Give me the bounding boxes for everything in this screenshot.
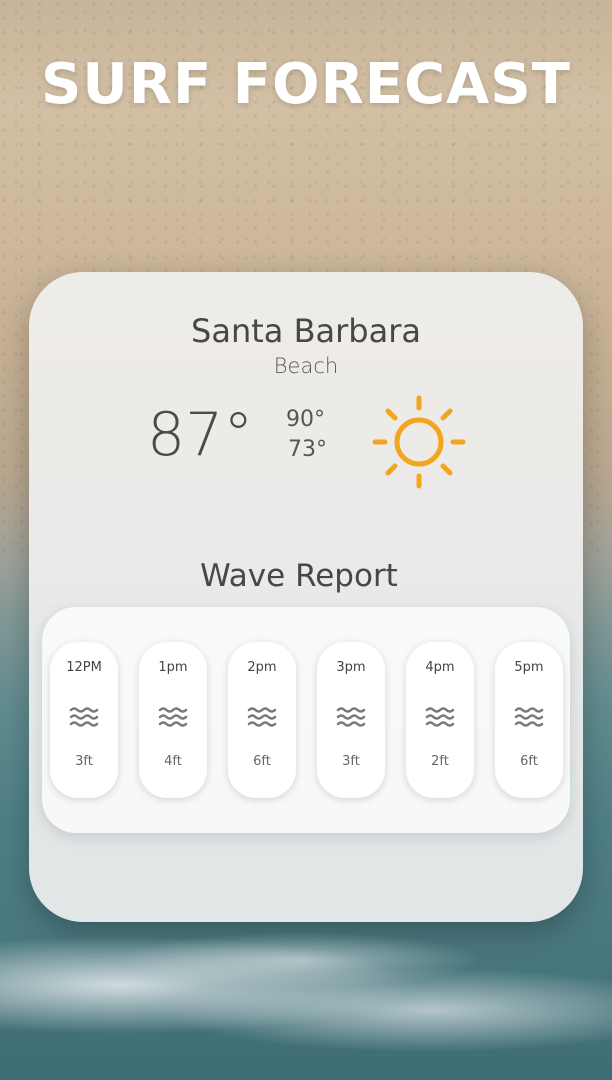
wave-icon bbox=[425, 707, 455, 727]
wave-report-title: Wave Report bbox=[200, 558, 398, 594]
forecast-card: Santa Barbara Beach 87° 90° 73° Wave Rep… bbox=[29, 272, 583, 922]
place-name: Beach bbox=[273, 354, 339, 378]
wave-icon bbox=[514, 707, 544, 727]
slot-time: 1pm bbox=[158, 660, 188, 675]
high-temperature: 90° bbox=[286, 407, 325, 432]
sun-icon bbox=[372, 395, 466, 489]
wave-slot-3pm[interactable]: 3pm 3ft bbox=[317, 642, 385, 798]
slot-wave-height: 2ft bbox=[431, 754, 449, 769]
wave-icon bbox=[69, 707, 99, 727]
slot-time: 4pm bbox=[425, 660, 455, 675]
wave-icon bbox=[247, 707, 277, 727]
slot-time: 2pm bbox=[247, 660, 277, 675]
wave-slot-12pm[interactable]: 12PM 3ft bbox=[50, 642, 118, 798]
slot-wave-height: 3ft bbox=[75, 754, 93, 769]
slot-wave-height: 6ft bbox=[253, 754, 271, 769]
city-name: Santa Barbara bbox=[191, 312, 421, 350]
low-temperature: 73° bbox=[288, 437, 327, 462]
slot-time: 3pm bbox=[336, 660, 366, 675]
slot-wave-height: 6ft bbox=[520, 754, 538, 769]
slot-time: 12PM bbox=[66, 660, 102, 675]
slot-wave-height: 4ft bbox=[164, 754, 182, 769]
slot-wave-height: 3ft bbox=[342, 754, 360, 769]
current-temperature: 87° bbox=[147, 400, 254, 470]
slot-time: 5pm bbox=[514, 660, 544, 675]
wave-slot-4pm[interactable]: 4pm 2ft bbox=[406, 642, 474, 798]
wave-slot-1pm[interactable]: 1pm 4ft bbox=[139, 642, 207, 798]
wave-icon bbox=[158, 707, 188, 727]
wave-slot-5pm[interactable]: 5pm 6ft bbox=[495, 642, 563, 798]
app-title: SURF FORECAST bbox=[41, 52, 571, 117]
wave-report-strip: 12PM 3ft 1pm 4ft 2pm 6ft 3pm 3ft 4pm 2ft… bbox=[42, 607, 570, 833]
wave-slot-2pm[interactable]: 2pm 6ft bbox=[228, 642, 296, 798]
wave-icon bbox=[336, 707, 366, 727]
